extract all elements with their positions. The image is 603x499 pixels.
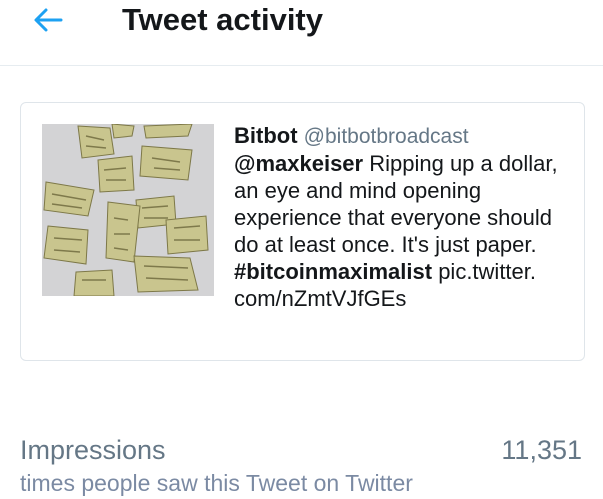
page-title: Tweet activity bbox=[122, 2, 324, 37]
tweet-author[interactable]: Bitbot @bitbotbroadcast bbox=[234, 122, 574, 150]
tweet-activity-screen: Tweet activity Bitbot @bitbotbroadcast @… bbox=[0, 0, 603, 499]
tweet-media-image[interactable] bbox=[42, 124, 214, 296]
torn-dollar-bills-image bbox=[42, 124, 214, 296]
tweet-card[interactable]: Bitbot @bitbotbroadcast @maxkeiser Rippi… bbox=[20, 102, 585, 361]
arrow-left-icon bbox=[34, 8, 63, 32]
impressions-value: 11,351 bbox=[501, 435, 582, 465]
tweet-text: @maxkeiser Ripping up a dollar, an eye a… bbox=[234, 150, 574, 312]
tweet-body: Bitbot @bitbotbroadcast @maxkeiser Rippi… bbox=[234, 122, 574, 312]
impressions-description: times people saw this Tweet on Twitter bbox=[20, 470, 413, 496]
author-name: Bitbot bbox=[234, 123, 298, 148]
hashtag-link[interactable]: #bitcoinmaximalist bbox=[234, 259, 432, 284]
back-button[interactable] bbox=[28, 2, 68, 38]
mention-link[interactable]: @maxkeiser bbox=[234, 151, 363, 176]
author-handle: @bitbotbroadcast bbox=[303, 125, 469, 148]
header-bar: Tweet activity bbox=[0, 0, 603, 66]
impressions-label: Impressions bbox=[20, 435, 166, 465]
